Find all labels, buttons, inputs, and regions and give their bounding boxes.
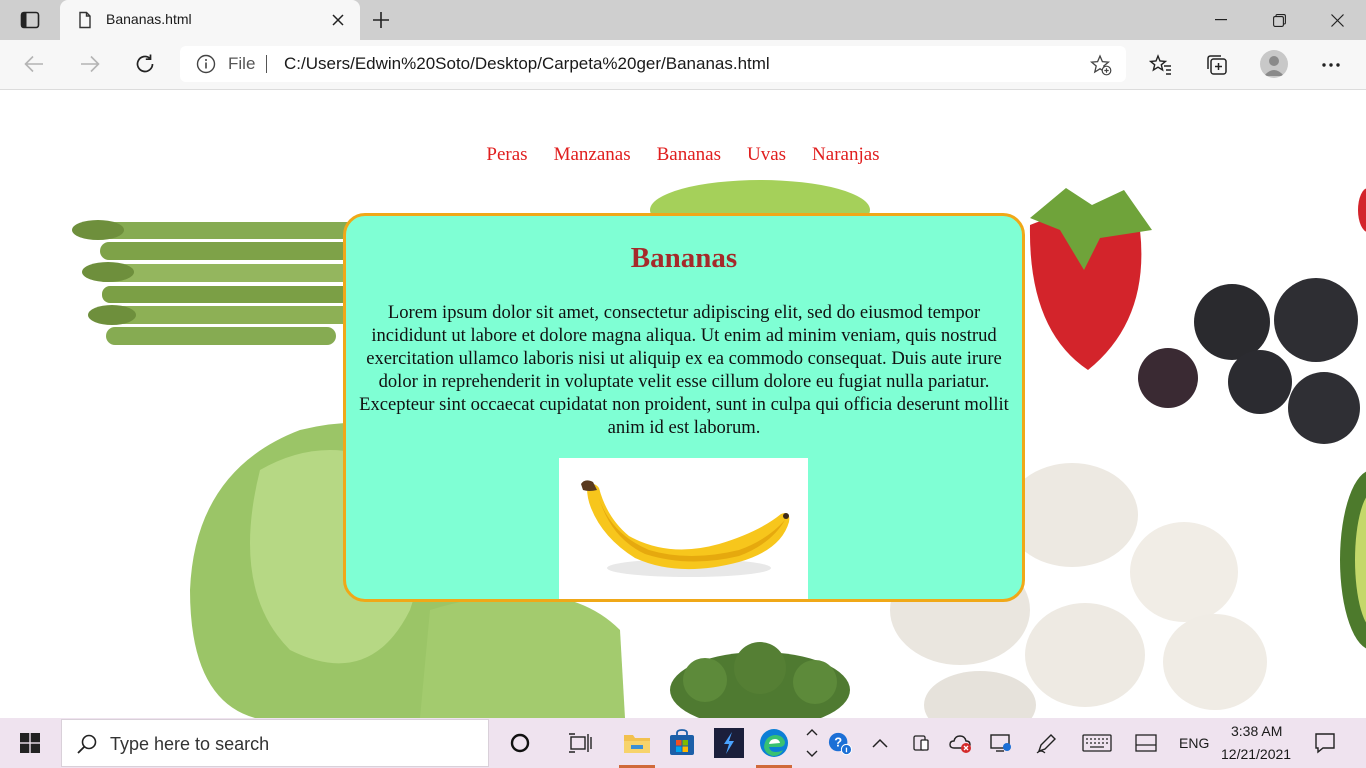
nav-link-bananas[interactable]: Bananas [657, 144, 721, 165]
file-explorer-button[interactable] [619, 725, 655, 768]
favorites-icon [1149, 54, 1171, 75]
restore-button[interactable] [1250, 0, 1308, 40]
svg-text:?: ? [834, 735, 842, 750]
arrow-left-icon [24, 55, 43, 73]
search-placeholder: Type here to search [110, 734, 270, 754]
more-icon [1322, 63, 1340, 67]
help-icon: ? [828, 732, 852, 755]
nav-link-naranjas[interactable]: Naranjas [812, 144, 880, 165]
back-button[interactable] [18, 50, 50, 78]
close-window-button[interactable] [1308, 0, 1366, 40]
refresh-icon [136, 54, 154, 73]
onedrive-button[interactable] [949, 731, 973, 755]
scheme-label: File [228, 54, 256, 73]
tab-strip: Bananas.html [0, 0, 1366, 40]
cloud-error-icon [949, 735, 971, 753]
collections-button[interactable] [1204, 52, 1230, 78]
separator [266, 55, 267, 73]
content-card: Bananas Lorem ipsum dolor sit amet, cons… [343, 213, 1025, 602]
browser-toolbar: File C:/Users/Edwin%20Soto/Desktop/Carpe… [0, 40, 1366, 90]
file-icon [79, 11, 91, 29]
microsoft-store-button[interactable] [664, 725, 700, 761]
task-view-icon [569, 733, 592, 753]
windows-logo-icon [20, 733, 40, 753]
chevron-down-icon [806, 750, 818, 757]
plus-icon [373, 12, 389, 28]
refresh-button[interactable] [129, 50, 161, 78]
banana-image [559, 458, 808, 599]
search-icon [77, 734, 97, 754]
address-bar[interactable]: File C:/Users/Edwin%20Soto/Desktop/Carpe… [180, 46, 1126, 82]
chevron-up-icon [872, 738, 888, 748]
keyboard-icon [1082, 734, 1112, 752]
power-automate-button[interactable] [711, 725, 747, 761]
favorites-button[interactable] [1148, 52, 1174, 78]
clock-time[interactable]: 3:38 AM [1231, 723, 1282, 739]
task-view-button[interactable] [562, 725, 598, 761]
folder-icon [624, 735, 650, 753]
new-tab-button[interactable] [368, 8, 394, 32]
banana-picture [581, 480, 790, 577]
cortana-button[interactable] [502, 725, 538, 761]
edge-browser-button[interactable] [756, 725, 792, 768]
nav-link-peras[interactable]: Peras [486, 144, 527, 165]
add-favorite-icon[interactable] [1090, 54, 1112, 76]
store-icon [670, 729, 694, 755]
phone-link-icon [913, 735, 929, 751]
settings-more-button[interactable] [1318, 52, 1344, 78]
restore-icon [1272, 13, 1286, 27]
minimize-icon [1215, 19, 1227, 21]
profile-avatar[interactable] [1260, 50, 1288, 78]
tab-title: Bananas.html [106, 11, 192, 27]
app-scroll-button[interactable] [800, 720, 824, 766]
close-icon [1330, 13, 1344, 27]
desktop-toggle-button[interactable] [1134, 731, 1158, 755]
language-indicator[interactable]: ENG [1179, 735, 1209, 751]
pen-icon [1036, 734, 1056, 754]
card-paragraph: Lorem ipsum dolor sit amet, consectetur … [359, 302, 1009, 438]
url-text[interactable]: C:/Users/Edwin%20Soto/Desktop/Carpeta%20… [284, 54, 770, 74]
fruit-nav: Peras Manzanas Bananas Uvas Naranjas [0, 144, 1366, 166]
chevron-up-icon [806, 729, 818, 736]
help-app-button[interactable]: ? [828, 731, 852, 755]
power-automate-icon [714, 728, 744, 758]
nav-link-manzanas[interactable]: Manzanas [554, 144, 631, 165]
taskbar-search[interactable]: Type here to search [61, 719, 489, 767]
start-button[interactable] [0, 718, 60, 768]
arrow-right-icon [81, 55, 100, 73]
info-icon[interactable] [196, 54, 216, 74]
tray-device-button[interactable] [909, 731, 933, 755]
show-hidden-icons-button[interactable] [868, 731, 892, 755]
nav-link-uvas[interactable]: Uvas [747, 144, 786, 165]
window-icon [1135, 734, 1157, 752]
pen-workspace-button[interactable] [1035, 731, 1059, 755]
cortana-icon [510, 733, 530, 753]
clock-date[interactable]: 12/21/2021 [1221, 746, 1291, 762]
card-title: Bananas [630, 242, 738, 274]
edge-icon [760, 729, 788, 757]
minimize-button[interactable] [1192, 0, 1250, 40]
forward-button[interactable] [74, 50, 106, 78]
tab-actions-button[interactable] [14, 8, 46, 32]
display-settings-button[interactable] [989, 731, 1013, 755]
close-icon [332, 14, 344, 26]
tab-bananas[interactable]: Bananas.html [60, 0, 360, 40]
page-viewport: Peras Manzanas Bananas Uvas Naranjas Bananas… [0, 90, 1366, 718]
notifications-button[interactable] [1313, 731, 1337, 755]
monitor-icon [990, 734, 1011, 752]
profile-icon [1264, 56, 1284, 76]
tab-actions-icon [20, 11, 40, 29]
touch-keyboard-button[interactable] [1082, 731, 1112, 755]
collections-icon [1207, 55, 1227, 75]
close-tab-button[interactable] [328, 10, 348, 30]
notification-icon [1315, 733, 1335, 754]
windows-taskbar: Type here to search ? ENG 3:38 AM 12/21/… [0, 718, 1366, 768]
